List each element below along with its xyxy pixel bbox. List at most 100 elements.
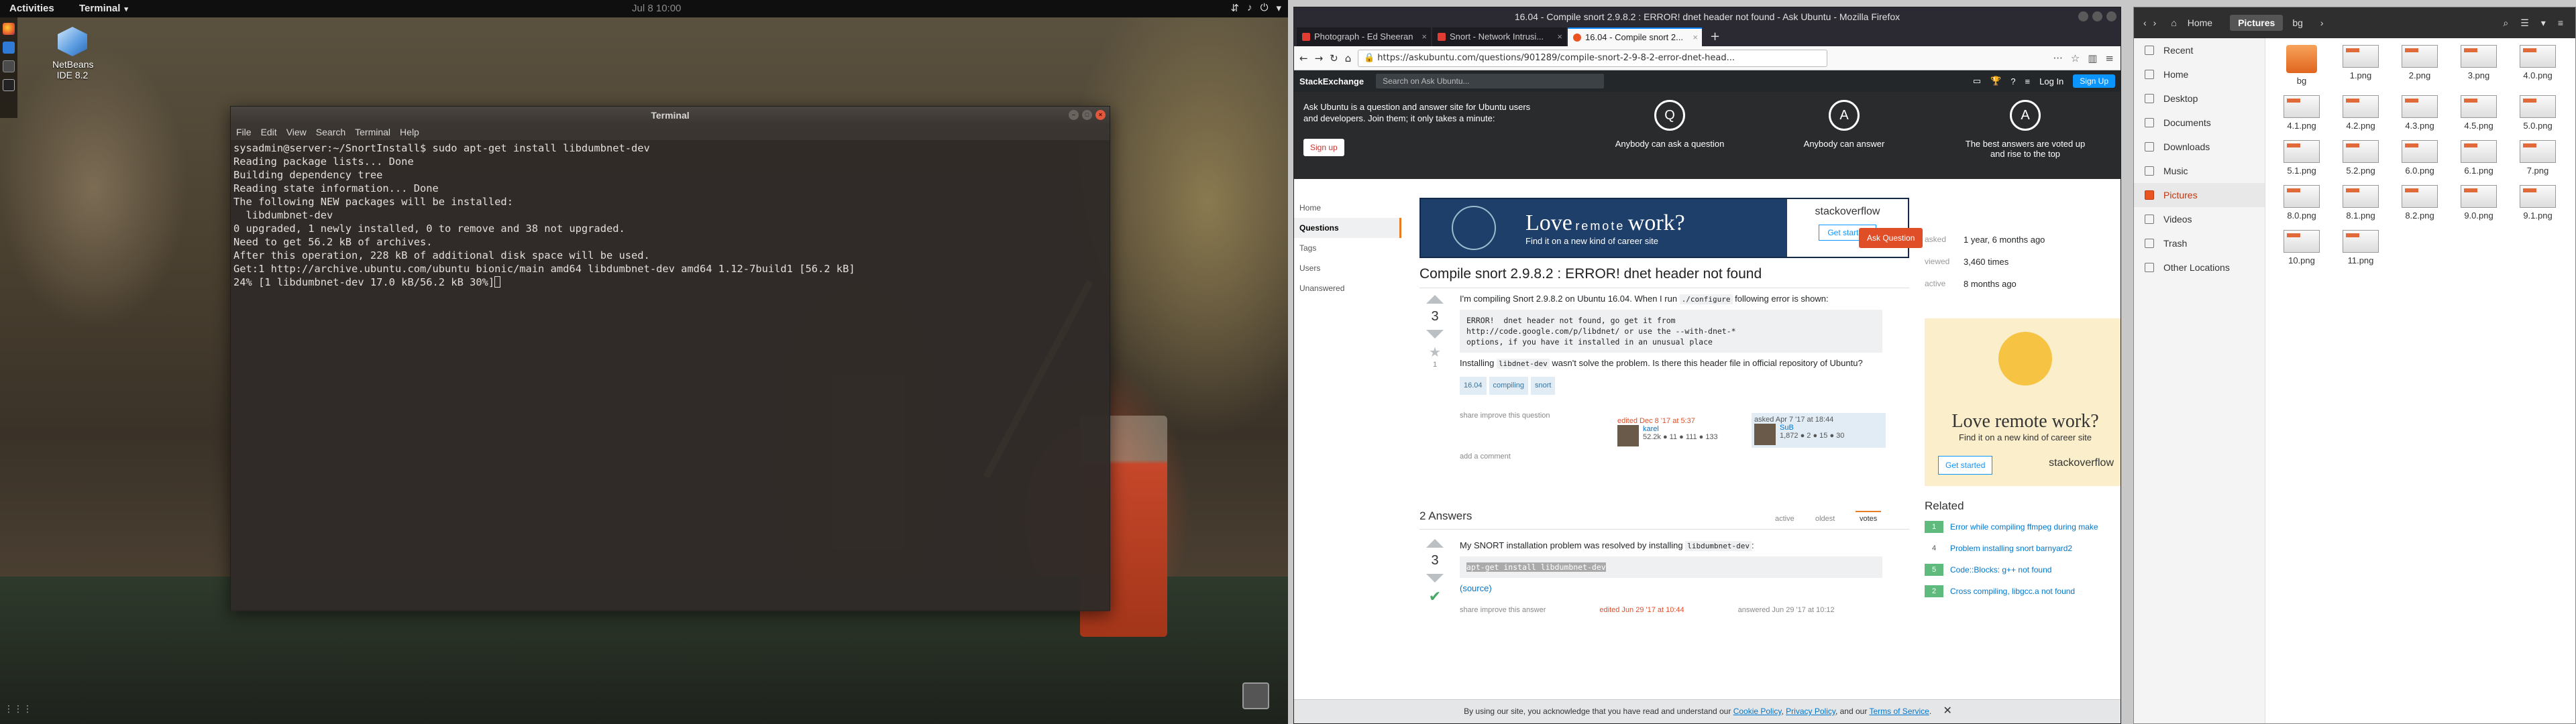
file-item[interactable]: 1.png <box>2331 45 2390 86</box>
related-item[interactable]: 5 Code::Blocks: g++ not found <box>1925 564 2121 576</box>
files-window[interactable]: ‹ › ⌂ Home Pictures bg › ⌕ ☰ ▾ ≡ Recent … <box>2133 7 2576 724</box>
file-item[interactable]: 5.1.png <box>2272 140 2331 176</box>
file-item[interactable]: 8.1.png <box>2331 185 2390 221</box>
file-item[interactable]: 6.1.png <box>2449 140 2508 176</box>
sidebar-item-downloads[interactable]: Downloads <box>2134 135 2265 159</box>
maximize-button[interactable]: □ <box>1082 110 1092 120</box>
nav-unanswered[interactable]: Unanswered <box>1294 278 1401 298</box>
login-link[interactable]: Log In <box>2039 76 2063 86</box>
trash-icon[interactable] <box>1242 682 1269 709</box>
hero-signup-button[interactable]: Sign up <box>1303 139 1344 156</box>
inbox-icon[interactable]: ▭ <box>1973 76 1981 86</box>
file-item[interactable]: 4.3.png <box>2390 95 2449 131</box>
side-ad-cta-button[interactable]: Get started <box>1938 456 1993 475</box>
avatar[interactable] <box>1617 425 1639 446</box>
menu-help[interactable]: Help <box>400 127 419 137</box>
file-item[interactable]: 6.0.png <box>2390 140 2449 176</box>
tag[interactable]: snort <box>1531 377 1556 395</box>
netbeans-desktop-icon[interactable]: NetBeans IDE 8.2 <box>52 27 93 80</box>
close-icon[interactable]: ✕ <box>1943 705 1952 717</box>
sidebar-item-desktop[interactable]: Desktop <box>2134 86 2265 111</box>
menu-view[interactable]: View <box>286 127 307 137</box>
post-menu[interactable]: share improve this answer <box>1460 604 1546 617</box>
thunderbird-icon[interactable] <box>3 42 15 54</box>
privacy-policy-link[interactable]: Privacy Policy <box>1786 707 1835 716</box>
firefox-titlebar[interactable]: 16.04 - Compile snort 2.9.8.2 : ERROR! d… <box>1294 7 2121 26</box>
help-icon[interactable]: ? <box>2010 76 2015 86</box>
related-item[interactable]: 2 Cross compiling, libgcc.a not found <box>1925 585 2121 597</box>
sidebar-item-trash[interactable]: Trash <box>2134 231 2265 255</box>
file-item[interactable]: 5.2.png <box>2331 140 2390 176</box>
nav-tags[interactable]: Tags <box>1294 238 1401 258</box>
add-comment-link[interactable]: add a comment <box>1460 450 1882 463</box>
cookie-policy-link[interactable]: Cookie Policy <box>1733 707 1782 716</box>
achievements-icon[interactable]: 🏆 <box>1990 76 2001 86</box>
firefox-icon[interactable] <box>3 23 15 35</box>
library-icon[interactable]: ▥ <box>2088 52 2097 64</box>
search-input[interactable]: Search on Ask Ubuntu... <box>1376 74 1605 88</box>
url-bar[interactable]: 🔒 https://askubuntu.com/questions/901289/… <box>1358 49 1828 67</box>
terms-link[interactable]: Terms of Service <box>1869 707 1929 716</box>
folder-item[interactable]: bg <box>2272 45 2331 86</box>
related-item[interactable]: 4 Problem installing snort barnyard2 <box>1925 542 2121 554</box>
firefox-window[interactable]: 16.04 - Compile snort 2.9.8.2 : ERROR! d… <box>1293 7 2121 724</box>
sidebar-item-music[interactable]: Music <box>2134 159 2265 183</box>
sidebar-item-documents[interactable]: Documents <box>2134 111 2265 135</box>
question-title[interactable]: Compile snort 2.9.8.2 : ERROR! dnet head… <box>1419 266 1909 282</box>
downvote-icon[interactable] <box>1426 330 1444 339</box>
close-tab-icon[interactable]: × <box>1557 27 1566 46</box>
ask-question-button[interactable]: Ask Question <box>1859 228 1923 248</box>
file-item[interactable]: 9.1.png <box>2508 185 2567 221</box>
tag[interactable]: 16.04 <box>1460 377 1487 395</box>
sidebar-item-other-locations[interactable]: Other Locations <box>2134 255 2265 280</box>
sidebar-item-pictures[interactable]: Pictures <box>2134 183 2265 207</box>
upvote-icon[interactable] <box>1426 539 1444 548</box>
file-item[interactable]: 10.png <box>2272 230 2331 265</box>
hamburger-menu-icon[interactable]: ≡ <box>2558 17 2563 29</box>
bookmark-star-icon[interactable]: ☆ <box>2071 52 2080 64</box>
downvote-icon[interactable] <box>1426 574 1444 583</box>
back-icon[interactable]: ← <box>1299 52 1308 64</box>
sort-active[interactable]: active <box>1775 515 1794 523</box>
chevron-down-icon[interactable]: ▾ <box>2541 17 2546 29</box>
file-item[interactable]: 4.5.png <box>2449 95 2508 131</box>
back-icon[interactable]: ‹ <box>2143 17 2147 28</box>
site-switcher-icon[interactable]: ≡ <box>2025 76 2031 86</box>
avatar[interactable] <box>1754 424 1776 445</box>
file-item[interactable]: 8.0.png <box>2272 185 2331 221</box>
file-item[interactable]: 8.2.png <box>2390 185 2449 221</box>
close-button[interactable]: × <box>1095 110 1106 120</box>
close-button[interactable] <box>2106 11 2116 21</box>
close-tab-icon[interactable]: × <box>1421 27 1431 46</box>
ad-banner[interactable]: Love remote work? Find it on a new kind … <box>1419 198 1909 258</box>
tab-snort[interactable]: Snort - Network Intrusi... × <box>1432 27 1566 46</box>
tab-askubuntu[interactable]: 16.04 - Compile snort 2... × <box>1568 27 1702 46</box>
tag[interactable]: compiling <box>1489 377 1528 395</box>
hamburger-menu-icon[interactable]: ≡ <box>2105 52 2114 64</box>
nav-questions[interactable]: Questions <box>1294 218 1401 238</box>
terminal-output[interactable]: sysadmin@server:~/SnortInstall$ sudo apt… <box>231 140 1110 611</box>
minimize-button[interactable] <box>2078 11 2088 21</box>
nav-home[interactable]: Home <box>1294 198 1401 218</box>
source-link[interactable]: (source) <box>1460 582 1882 595</box>
activities-button[interactable]: Activities <box>9 3 54 14</box>
terminal-icon[interactable] <box>3 79 15 91</box>
menu-edit[interactable]: Edit <box>261 127 277 137</box>
search-icon[interactable]: ⌕ <box>2503 17 2508 29</box>
sidebar-item-videos[interactable]: Videos <box>2134 207 2265 231</box>
view-options-icon[interactable]: ☰ <box>2520 17 2529 29</box>
file-item[interactable]: 11.png <box>2331 230 2390 265</box>
clock[interactable]: Jul 8 10:00 <box>632 3 681 14</box>
sidebar-item-recent[interactable]: Recent <box>2134 38 2265 62</box>
sidebar-item-home[interactable]: Home <box>2134 62 2265 86</box>
sort-oldest[interactable]: oldest <box>1815 515 1835 523</box>
menu-file[interactable]: File <box>236 127 252 137</box>
nav-users[interactable]: Users <box>1294 258 1401 278</box>
close-tab-icon[interactable]: × <box>1693 29 1702 46</box>
chevron-right-icon[interactable]: › <box>2312 15 2332 31</box>
terminal-window[interactable]: Terminal – □ × File Edit View Search Ter… <box>230 106 1110 611</box>
file-item[interactable]: 3.png <box>2449 45 2508 86</box>
terminal-titlebar[interactable]: Terminal – □ × <box>231 107 1110 124</box>
file-item[interactable]: 4.2.png <box>2331 95 2390 131</box>
forward-icon[interactable]: › <box>2153 17 2157 28</box>
